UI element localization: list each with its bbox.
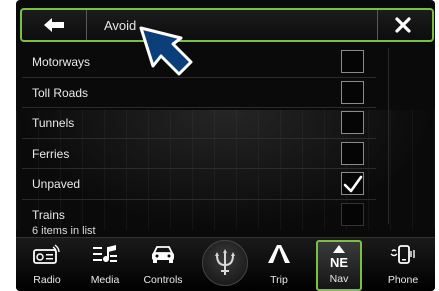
list-item-ferries[interactable]: Ferries <box>22 139 376 169</box>
radio-icon <box>33 244 60 264</box>
nav-trip[interactable]: Trip <box>250 238 308 291</box>
compass-heading: NE <box>329 255 349 270</box>
home-logo-button[interactable] <box>202 240 248 286</box>
media-icon <box>93 245 117 262</box>
list-item-tunnels[interactable]: Tunnels <box>22 108 376 139</box>
close-icon <box>395 17 411 33</box>
back-button[interactable] <box>22 10 86 40</box>
nav-nav[interactable]: NE Nav <box>316 240 362 291</box>
trident-logo-icon <box>215 249 235 275</box>
back-arrow-icon <box>44 18 64 32</box>
trip-icon <box>268 245 290 263</box>
header-bar: Avoid <box>20 8 434 42</box>
list-scrollbar[interactable] <box>388 48 431 224</box>
checkbox-trains[interactable] <box>341 202 364 226</box>
bottom-nav-bar: Radio Media Controls Trip NE Nav Phone <box>16 237 435 291</box>
nav-label: Radio <box>33 274 61 286</box>
nav-label: Trip <box>270 274 288 286</box>
checkmark-icon <box>343 175 363 193</box>
nav-label: Phone <box>387 274 419 286</box>
nav-media[interactable]: Media <box>76 238 134 291</box>
nav-radio[interactable]: Radio <box>18 238 76 291</box>
list-item-toll-roads[interactable]: Toll Roads <box>22 78 376 108</box>
page-title: Avoid <box>104 18 137 33</box>
list-item-label: Tunnels <box>32 116 75 130</box>
avoid-list: Motorways Toll Roads Tunnels Ferries Unp… <box>22 47 376 229</box>
items-count: 6 items in list <box>32 225 96 237</box>
close-button[interactable] <box>378 10 432 40</box>
phone-icon <box>390 245 415 264</box>
list-item-unpaved[interactable]: Unpaved <box>22 169 376 200</box>
header-divider <box>86 10 87 40</box>
list-item-label: Toll Roads <box>32 85 89 100</box>
checkbox-toll-roads[interactable] <box>341 80 364 104</box>
nav-phone[interactable]: Phone <box>374 238 432 291</box>
nav-label: Media <box>90 274 120 286</box>
nav-controls[interactable]: Controls <box>134 238 192 291</box>
checkbox-unpaved[interactable] <box>341 172 364 195</box>
list-item-motorways[interactable]: Motorways <box>22 47 376 78</box>
checkbox-tunnels[interactable] <box>341 111 364 134</box>
controls-icon <box>152 246 174 263</box>
list-item-label: Unpaved <box>32 177 81 191</box>
compass-icon <box>333 245 345 253</box>
nav-label: Nav <box>329 273 349 285</box>
checkbox-motorways[interactable] <box>341 50 364 73</box>
nav-label: Controls <box>143 274 183 286</box>
uconnect-screen: Avoid Motorways Toll Roads Tunnels Ferri… <box>16 0 435 291</box>
checkbox-ferries[interactable] <box>341 141 364 165</box>
list-item-label: Motorways <box>32 55 91 69</box>
list-item-label: Ferries <box>32 146 70 161</box>
list-item-label: Trains <box>32 207 65 222</box>
